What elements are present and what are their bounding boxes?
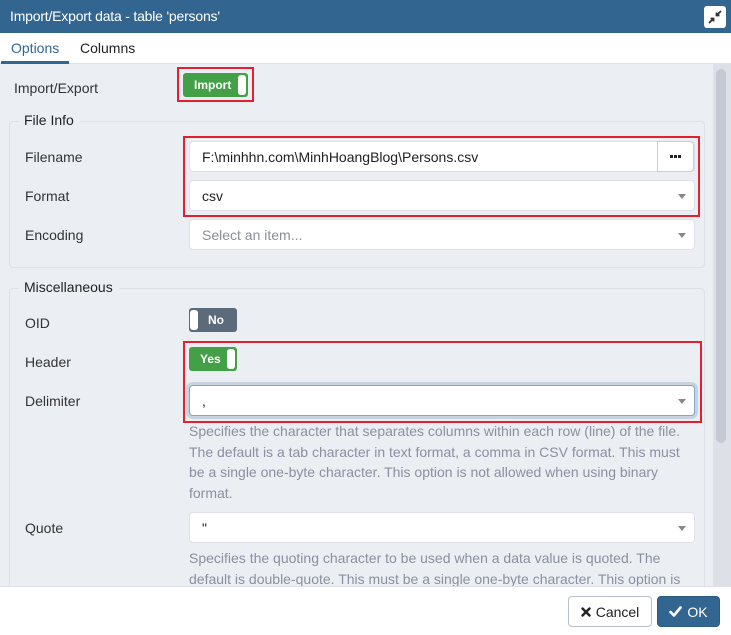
scrollbar-thumb[interactable] [716, 69, 726, 443]
quote-help-text: Specifies the quoting character to be us… [189, 550, 681, 586]
file-info-legend: File Info [19, 112, 80, 128]
compress-arrows-icon [708, 10, 722, 24]
highlight-box [183, 136, 700, 217]
restore-button[interactable] [704, 6, 726, 28]
dialog-footer: Cancel OK [0, 586, 731, 635]
oid-toggle-text: No [208, 313, 224, 327]
import-export-label: Import/Export [14, 80, 99, 96]
encoding-label: Encoding [25, 227, 84, 243]
check-icon [669, 606, 683, 617]
options-panel: Import/Export Import File Info Filename … [0, 64, 731, 586]
cancel-button[interactable]: Cancel [568, 596, 652, 627]
highlight-box [183, 341, 702, 423]
tab-columns[interactable]: Columns [80, 40, 135, 56]
filename-label: Filename [25, 149, 83, 165]
delimiter-help-text: Specifies the character that separates c… [189, 423, 681, 502]
oid-toggle[interactable]: No [189, 308, 237, 332]
dialog-titlebar: Import/Export data - table 'persons' [0, 0, 731, 33]
toggle-knob [190, 310, 198, 330]
chevron-down-icon [678, 526, 686, 531]
encoding-select[interactable]: Select an item... [189, 219, 695, 250]
tab-bar: Options Columns [0, 33, 731, 64]
encoding-placeholder: Select an item... [202, 227, 303, 243]
oid-label: OID [25, 315, 50, 331]
tab-options[interactable]: Options [11, 40, 59, 56]
ok-button[interactable]: OK [657, 596, 720, 627]
miscellaneous-legend: Miscellaneous [19, 279, 119, 295]
quote-select[interactable]: " [189, 512, 695, 543]
quote-value: " [202, 520, 207, 536]
cancel-label: Cancel [595, 603, 640, 620]
header-label: Header [25, 354, 71, 370]
scrollbar[interactable] [713, 64, 731, 586]
quote-label: Quote [25, 520, 64, 536]
ok-label: OK [687, 603, 708, 620]
times-icon [581, 606, 591, 617]
dialog-title: Import/Export data - table 'persons' [10, 8, 220, 24]
delimiter-label: Delimiter [25, 393, 81, 409]
format-label: Format [25, 188, 70, 204]
highlight-box [177, 67, 254, 102]
chevron-down-icon [678, 233, 686, 238]
